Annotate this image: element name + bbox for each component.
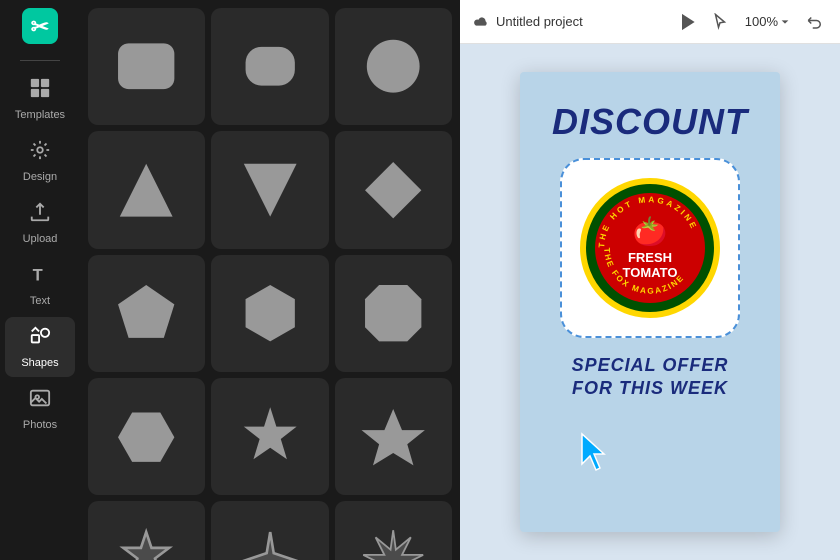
shape-rounded-rect-sm[interactable] [211, 8, 328, 125]
shapes-panel [80, 0, 460, 560]
topbar: Untitled project 100% [460, 0, 840, 44]
svg-text:T: T [33, 266, 43, 284]
sidebar-item-upload-label: Upload [23, 233, 58, 245]
shape-star-5[interactable] [335, 378, 452, 495]
app-logo: ✂ [22, 8, 58, 44]
shape-octagon[interactable] [335, 255, 452, 372]
subtitle-line2: FOR THIS WEEK [572, 377, 729, 400]
shape-star-6[interactable] [211, 378, 328, 495]
sidebar-item-text[interactable]: T Text [5, 255, 75, 315]
photos-icon [29, 387, 51, 415]
doc-image-container: THE HOT MAGAZINE THE FOX MAGAZINE 🍅 FRES… [560, 158, 740, 338]
upload-icon [29, 201, 51, 229]
shape-hexagon[interactable] [211, 255, 328, 372]
zoom-control[interactable]: 100% [739, 12, 796, 31]
sidebar-item-design[interactable]: Design [5, 131, 75, 191]
shape-star-8-outline[interactable] [211, 501, 328, 560]
shape-star-12-outline[interactable] [335, 501, 452, 560]
svg-text:✂: ✂ [31, 14, 49, 39]
sidebar-item-photos-label: Photos [23, 419, 57, 431]
svg-text:THE FOX MAGAZINE: THE FOX MAGAZINE [602, 247, 686, 295]
sidebar-item-design-label: Design [23, 171, 57, 183]
shapes-grid [88, 8, 452, 560]
logo-circular-text: THE HOT MAGAZINE THE FOX MAGAZINE [586, 184, 714, 312]
shape-rounded-rect[interactable] [88, 8, 205, 125]
subtitle-line1: SPECIAL OFFER [572, 354, 729, 377]
topbar-left: Untitled project [472, 13, 667, 31]
shape-triangle-down[interactable] [211, 131, 328, 248]
sidebar-item-shapes[interactable]: Shapes [5, 317, 75, 377]
text-icon: T [29, 263, 51, 291]
canvas-area: Resize DISCOUNT THE HOT MAGAZINE [460, 44, 840, 560]
play-button[interactable] [675, 9, 701, 35]
canvas-document: DISCOUNT THE HOT MAGAZINE THE FOX MAGAZ [520, 72, 780, 532]
cloud-icon [472, 13, 490, 31]
shape-pentagon[interactable] [88, 255, 205, 372]
doc-subtitle: SPECIAL OFFER FOR THIS WEEK [572, 354, 729, 401]
shape-triangle-up[interactable] [88, 131, 205, 248]
shape-diamond[interactable] [335, 131, 452, 248]
doc-title: DISCOUNT [552, 102, 748, 142]
sidebar-item-photos[interactable]: Photos [5, 379, 75, 439]
undo-button[interactable] [802, 9, 828, 35]
sidebar-item-templates[interactable]: Templates [5, 69, 75, 129]
sidebar-item-text-label: Text [30, 295, 50, 307]
right-area: Untitled project 100% [460, 0, 840, 560]
doc-logo: THE HOT MAGAZINE THE FOX MAGAZINE 🍅 FRES… [580, 178, 720, 318]
shape-hexagon-flat[interactable] [88, 378, 205, 495]
sidebar-item-templates-label: Templates [15, 109, 65, 121]
project-title: Untitled project [496, 14, 583, 29]
cursor-button[interactable] [707, 9, 733, 35]
sidebar-item-shapes-label: Shapes [21, 357, 58, 369]
shapes-icon [29, 325, 51, 353]
sidebar-divider [20, 60, 60, 61]
zoom-value: 100% [745, 14, 778, 29]
svg-text:THE HOT MAGAZINE: THE HOT MAGAZINE [597, 195, 699, 248]
design-icon [29, 139, 51, 167]
shape-star-6-outline[interactable] [88, 501, 205, 560]
templates-icon [29, 77, 51, 105]
sidebar-item-upload[interactable]: Upload [5, 193, 75, 253]
shape-circle[interactable] [335, 8, 452, 125]
sidebar: ✂ Templates Design Upload T Text Shapes [0, 0, 80, 560]
topbar-right: 100% [675, 9, 828, 35]
